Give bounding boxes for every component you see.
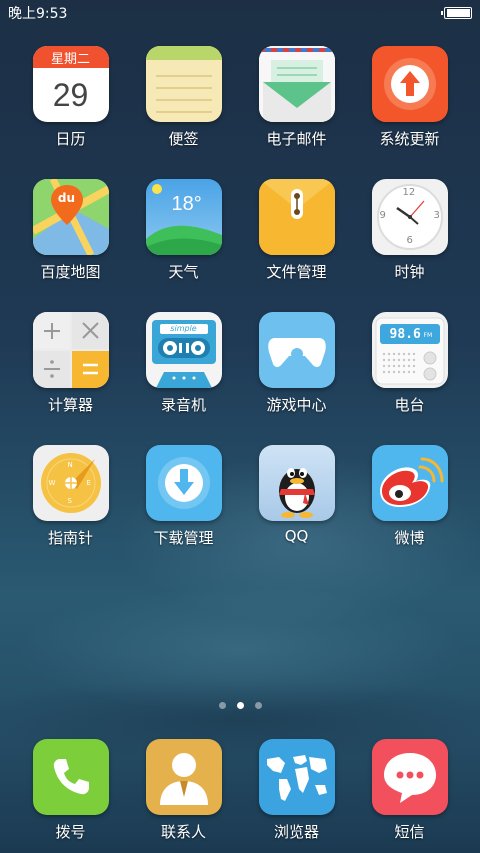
app-calendar[interactable]: 星期二 29 日历 [14, 46, 127, 149]
clock-numeral-6: 6 [406, 235, 413, 246]
clock-numeral-9: 9 [379, 210, 386, 221]
dock-contacts[interactable]: 联系人 [127, 739, 240, 842]
app-download-manager[interactable]: 下载管理 [127, 445, 240, 548]
clock-numeral-3: 3 [433, 210, 440, 221]
app-label: 日历 [55, 130, 86, 148]
app-label: 电台 [394, 396, 425, 414]
radio-frequency: 98.6 [389, 327, 421, 342]
app-grid: 星期二 29 日历 便签 电子邮件 系统更新 du 百度地图 18° 天气 文件… [14, 46, 466, 548]
app-file-manager[interactable]: 文件管理 [240, 179, 353, 282]
app-label: 文件管理 [266, 263, 327, 281]
email-icon [258, 46, 335, 122]
app-clock[interactable]: 12 3 6 9 时钟 [353, 179, 466, 282]
app-notes[interactable]: 便签 [127, 46, 240, 149]
app-calculator[interactable]: 计算器 [14, 312, 127, 415]
notes-icon [145, 46, 222, 122]
dock-phone[interactable]: 拨号 [14, 739, 127, 842]
app-label: 微博 [394, 529, 425, 547]
file-manager-icon [258, 179, 335, 255]
app-label: 录音机 [160, 396, 206, 414]
calendar-day: 29 [52, 76, 89, 113]
app-weibo[interactable]: 微博 [353, 445, 466, 548]
dock-sms[interactable]: 短信 [353, 739, 466, 842]
app-label: 短信 [394, 823, 425, 841]
app-email[interactable]: 电子邮件 [240, 46, 353, 149]
baidu-badge-text: du [57, 191, 76, 205]
app-label: 游戏中心 [266, 396, 327, 414]
app-label: 计算器 [47, 396, 93, 414]
compass-n: N [67, 461, 73, 469]
clock-numeral-12: 12 [402, 187, 416, 198]
recorder-icon: simple [145, 312, 222, 388]
app-label: 系统更新 [379, 130, 440, 148]
app-compass[interactable]: N E S W 指南针 [14, 445, 127, 548]
app-label: 天气 [168, 263, 199, 281]
radio-icon: 98.6 FM [371, 312, 448, 388]
page-dot-active[interactable] [236, 702, 244, 709]
app-label: 联系人 [160, 823, 206, 841]
page-indicator [0, 702, 480, 709]
calculator-icon [32, 312, 109, 388]
page-dot[interactable] [254, 702, 262, 709]
app-label: 百度地图 [40, 263, 101, 281]
compass-e: E [86, 479, 91, 487]
weather-temperature: 18° [171, 193, 202, 215]
calendar-icon: 星期二 29 [32, 46, 109, 122]
app-label: 电子邮件 [266, 130, 327, 148]
baidu-map-icon: du [32, 179, 109, 255]
sms-icon [371, 739, 448, 815]
phone-icon [32, 739, 109, 815]
qq-icon [258, 445, 335, 521]
app-label: 浏览器 [273, 823, 319, 841]
weibo-icon [371, 445, 448, 521]
dock: 拨号 联系人 浏览器 短信 [14, 739, 466, 842]
app-label: 便签 [168, 130, 199, 148]
app-qq[interactable]: QQ [240, 445, 353, 548]
radio-unit: FM [423, 332, 433, 339]
page-dot[interactable] [218, 702, 226, 709]
dock-browser[interactable]: 浏览器 [240, 739, 353, 842]
app-label: 时钟 [394, 263, 425, 281]
status-bar: 晚上9:53 [0, 0, 480, 26]
app-radio[interactable]: 98.6 FM 电台 [353, 312, 466, 415]
weather-icon: 18° [145, 179, 222, 255]
app-recorder[interactable]: simple 录音机 [127, 312, 240, 415]
battery-icon [441, 7, 472, 19]
app-baidu-map[interactable]: du 百度地图 [14, 179, 127, 282]
calendar-weekday: 星期二 [32, 46, 109, 68]
app-label: 下载管理 [153, 529, 214, 547]
app-label: QQ [284, 527, 309, 545]
update-icon [371, 46, 448, 122]
app-weather[interactable]: 18° 天气 [127, 179, 240, 282]
clock-icon: 12 3 6 9 [371, 179, 448, 255]
browser-icon [258, 739, 335, 815]
compass-s: S [67, 497, 72, 505]
app-label: 指南针 [47, 529, 93, 547]
recorder-tape-label: simple [170, 324, 197, 333]
download-icon [145, 445, 222, 521]
compass-icon: N E S W [32, 445, 109, 521]
contacts-icon [145, 739, 222, 815]
game-center-icon [258, 312, 335, 388]
compass-w: W [48, 479, 56, 487]
app-label: 拨号 [55, 823, 86, 841]
status-time: 晚上9:53 [8, 6, 68, 22]
app-system-update[interactable]: 系统更新 [353, 46, 466, 149]
app-game-center[interactable]: 游戏中心 [240, 312, 353, 415]
